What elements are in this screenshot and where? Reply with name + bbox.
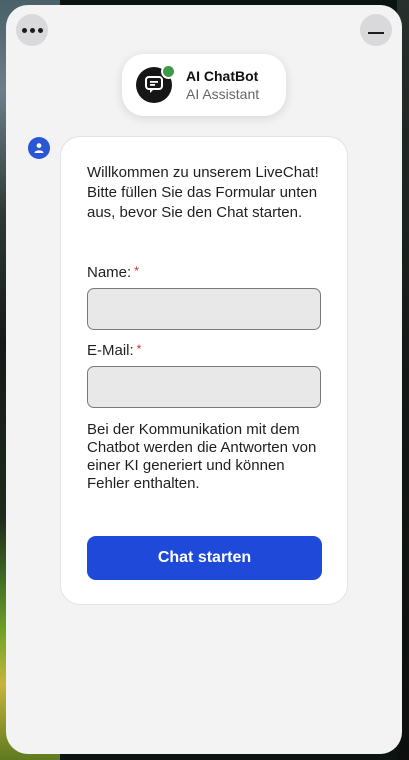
name-label: Name: * (87, 264, 139, 281)
chat-widget: AI ChatBot AI Assistant Willkommen zu un… (6, 5, 402, 754)
prechat-form-card: Willkommen zu unserem LiveChat! Bitte fü… (60, 136, 348, 605)
bot-avatar (136, 64, 176, 103)
bot-name: AI ChatBot (186, 68, 259, 84)
email-label: E-Mail: * (87, 342, 141, 359)
bot-subtitle: AI Assistant (186, 86, 260, 102)
required-marker: * (134, 264, 139, 278)
start-chat-button[interactable]: Chat starten (87, 536, 322, 580)
menu-button[interactable] (16, 14, 48, 46)
name-input[interactable] (87, 288, 321, 330)
chat-bubble-icon (145, 76, 163, 93)
minimize-icon (368, 32, 384, 34)
welcome-message: Willkommen zu unserem LiveChat! Bitte fü… (87, 164, 319, 221)
email-input[interactable] (87, 366, 321, 408)
online-status-dot (161, 64, 176, 79)
more-dots-icon (21, 27, 43, 33)
name-label-text: Name: (87, 264, 132, 281)
minimize-button[interactable] (360, 14, 392, 46)
required-marker: * (136, 342, 142, 356)
bot-header-card: AI ChatBot AI Assistant (122, 54, 286, 116)
email-label-text: E-Mail: (87, 342, 134, 359)
ai-disclaimer: Bei der Kommunikation mit dem Chatbot we… (87, 421, 317, 492)
user-avatar-icon (28, 137, 50, 159)
